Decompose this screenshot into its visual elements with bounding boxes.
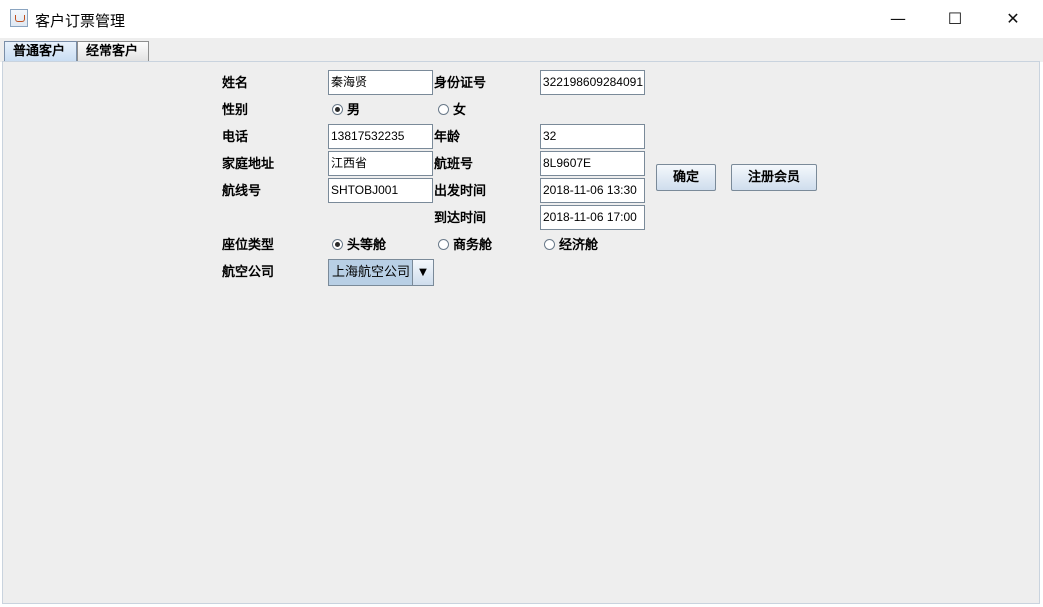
minimize-button[interactable]: — bbox=[875, 0, 921, 38]
radio-unselected-icon bbox=[438, 104, 449, 115]
id-number-field[interactable]: 322198609284091 bbox=[540, 70, 645, 95]
gender-male-radio[interactable]: 男 bbox=[332, 102, 360, 120]
seat-first-class-label: 头等舱 bbox=[347, 238, 387, 253]
java-app-icon bbox=[10, 9, 28, 27]
seat-economy-radio[interactable]: 经济舱 bbox=[544, 237, 598, 255]
register-member-button[interactable]: 注册会员 bbox=[731, 164, 817, 191]
airline-selected-value: 上海航空公司 bbox=[332, 265, 411, 280]
seat-first-class-radio[interactable]: 头等舱 bbox=[332, 237, 386, 255]
arrival-time-label: 到达时间 bbox=[434, 211, 487, 226]
tab-bar: 普通客户 经常客户 bbox=[0, 38, 1043, 62]
radio-unselected-icon bbox=[544, 239, 555, 250]
flight-number-field[interactable]: 8L9607E bbox=[540, 151, 645, 176]
seat-business-label: 商务舱 bbox=[453, 238, 493, 253]
flight-number-label: 航班号 bbox=[434, 157, 474, 172]
route-label: 航线号 bbox=[222, 184, 262, 199]
gender-female-radio[interactable]: 女 bbox=[438, 102, 466, 120]
seat-economy-label: 经济舱 bbox=[559, 238, 599, 253]
id-number-label: 身份证号 bbox=[434, 76, 487, 91]
airline-label: 航空公司 bbox=[222, 265, 275, 280]
tab-frequent-customer[interactable]: 经常客户 bbox=[77, 41, 149, 62]
gender-male-label: 男 bbox=[347, 103, 361, 118]
form-panel bbox=[2, 61, 1040, 604]
radio-unselected-icon bbox=[438, 239, 449, 250]
radio-selected-icon bbox=[332, 239, 343, 250]
departure-time-field[interactable]: 2018-11-06 13:30 bbox=[540, 178, 645, 203]
seat-type-label: 座位类型 bbox=[222, 238, 275, 253]
chevron-down-icon[interactable]: ▼ bbox=[412, 260, 433, 285]
route-field[interactable]: SHTOBJ001 bbox=[328, 178, 433, 203]
gender-female-label: 女 bbox=[453, 103, 467, 118]
close-button[interactable]: ✕ bbox=[990, 0, 1036, 38]
address-field[interactable]: 江西省 bbox=[328, 151, 433, 176]
airline-dropdown[interactable]: 上海航空公司 ▼ bbox=[328, 259, 434, 286]
window-title: 客户订票管理 bbox=[35, 12, 126, 30]
age-field[interactable]: 32 bbox=[540, 124, 645, 149]
name-field[interactable]: 秦海贤 bbox=[328, 70, 433, 95]
address-label: 家庭地址 bbox=[222, 157, 275, 172]
tab-regular-customer[interactable]: 普通客户 bbox=[4, 41, 77, 62]
seat-business-radio[interactable]: 商务舱 bbox=[438, 237, 492, 255]
radio-selected-icon bbox=[332, 104, 343, 115]
gender-label: 性别 bbox=[222, 103, 249, 118]
phone-field[interactable]: 13817532235 bbox=[328, 124, 433, 149]
arrival-time-field[interactable]: 2018-11-06 17:00 bbox=[540, 205, 645, 230]
age-label: 年龄 bbox=[434, 130, 461, 145]
name-label: 姓名 bbox=[222, 76, 249, 91]
phone-label: 电话 bbox=[222, 130, 249, 145]
confirm-button[interactable]: 确定 bbox=[656, 164, 716, 191]
maximize-button[interactable]: ☐ bbox=[932, 0, 978, 38]
title-bar: 客户订票管理 — ☐ ✕ bbox=[0, 0, 1043, 38]
departure-time-label: 出发时间 bbox=[434, 184, 487, 199]
